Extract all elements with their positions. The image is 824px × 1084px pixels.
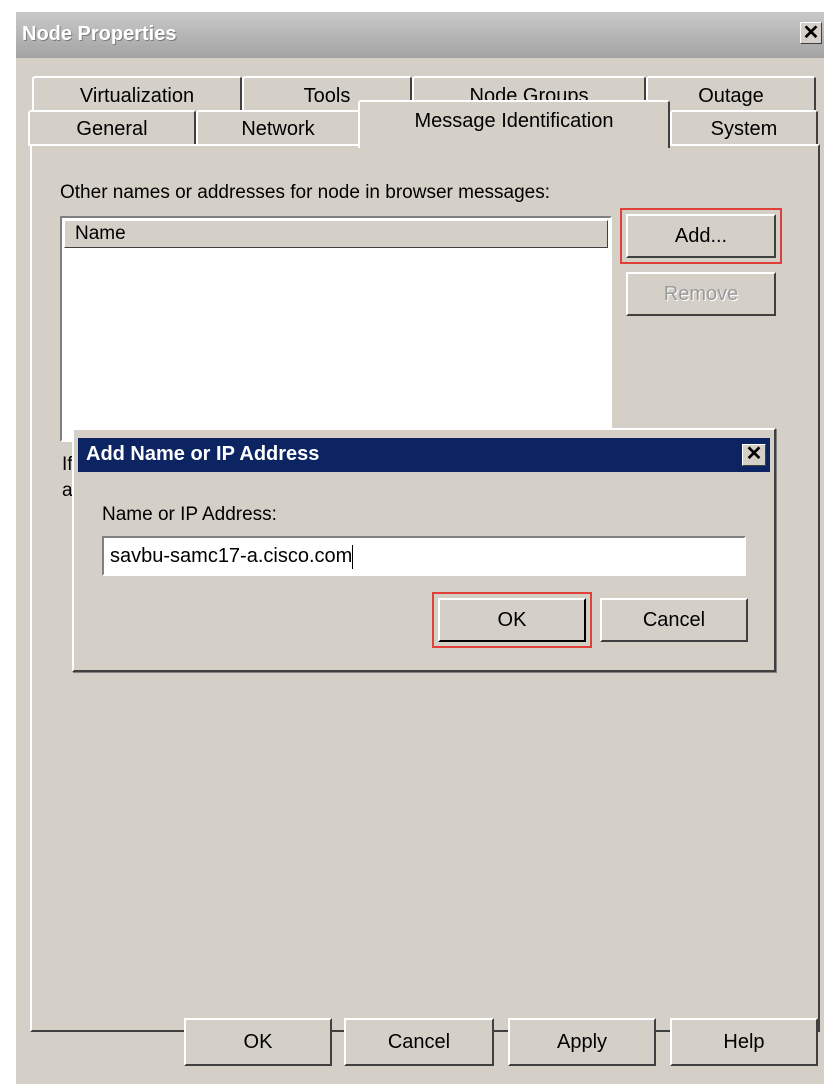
name-or-ip-value: savbu-samc17-a.cisco.com [110,545,353,567]
window-title: Node Properties [22,23,177,45]
dialog-titlebar[interactable]: Add Name or IP Address ✕ [78,438,770,472]
tab-outage[interactable]: Outage [646,76,816,114]
window-close-button[interactable]: ✕ [800,22,822,44]
name-or-ip-label: Name or IP Address: [102,504,277,525]
names-description-label: Other names or addresses for node in bro… [60,182,551,203]
text-caret [352,544,354,569]
dialog-cancel-button[interactable]: Cancel [600,598,748,642]
dialog-close-button[interactable]: ✕ [742,444,766,466]
footer-cancel-button[interactable]: Cancel [344,1018,494,1066]
window-titlebar[interactable]: Node Properties ✕ [16,12,824,58]
name-or-ip-input[interactable]: savbu-samc17-a.cisco.com [102,536,746,576]
partial-text-line-2: a [62,480,73,501]
remove-button[interactable]: Remove [626,272,776,316]
dialog-title: Add Name or IP Address [86,443,320,465]
add-name-dialog: Add Name or IP Address ✕ Name or IP Addr… [72,428,776,672]
footer-apply-button[interactable]: Apply [508,1018,656,1066]
names-list[interactable]: Name [60,216,612,442]
ok-button-highlight [432,592,592,648]
list-header-name[interactable]: Name [64,220,608,248]
footer-help-button[interactable]: Help [670,1018,818,1066]
partial-text-line-1: If [62,454,73,475]
tab-general[interactable]: General [28,110,196,146]
tab-system[interactable]: System [670,110,818,146]
tab-message-identification[interactable]: Message Identification [358,100,670,148]
footer-ok-button[interactable]: OK [184,1018,332,1066]
tab-virtualization[interactable]: Virtualization [32,76,242,114]
tab-network[interactable]: Network [196,110,360,146]
add-button-highlight [620,208,782,264]
